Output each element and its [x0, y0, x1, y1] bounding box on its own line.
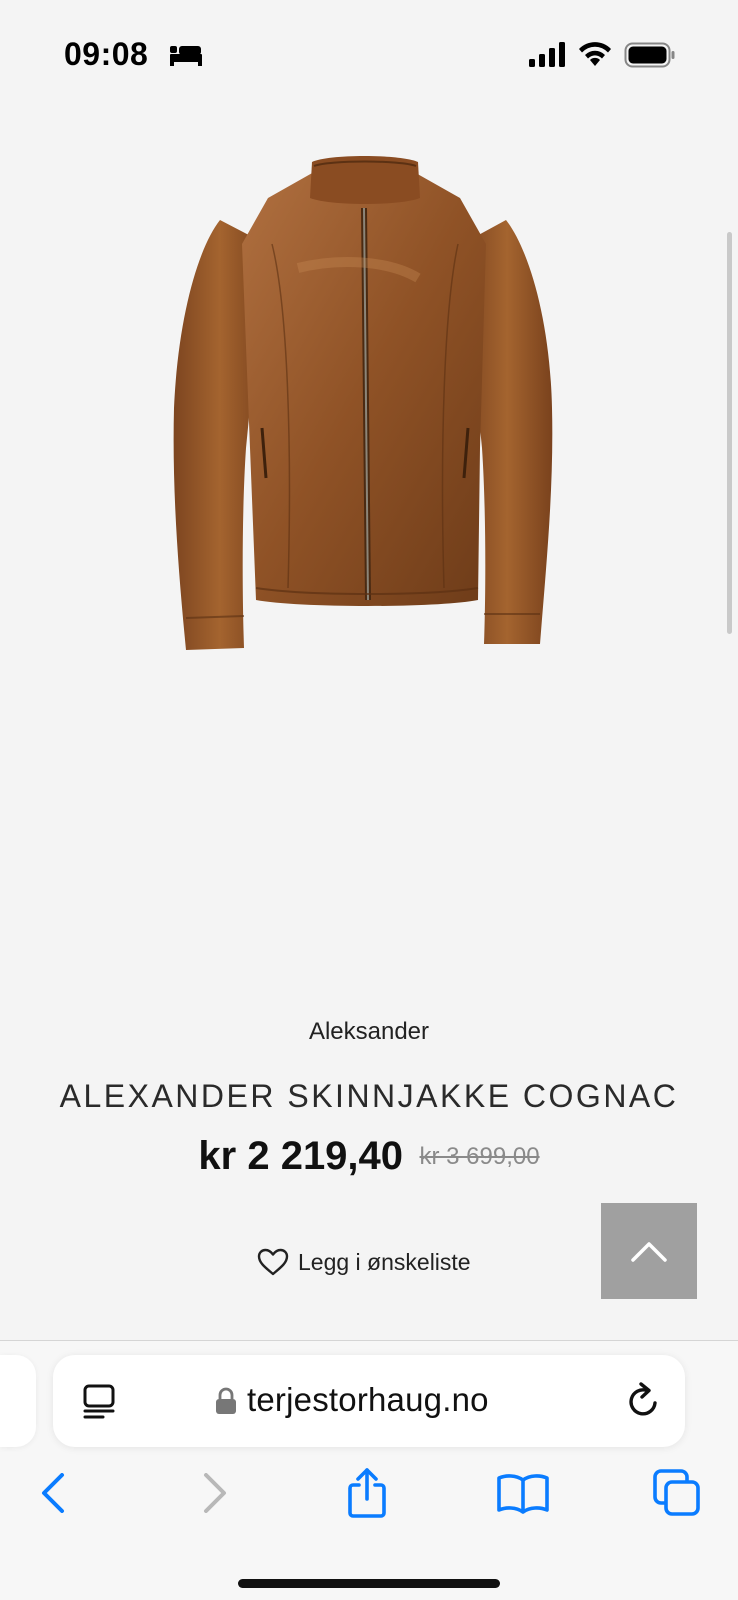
- bookmarks-button[interactable]: [493, 1463, 553, 1523]
- add-to-wishlist-button[interactable]: Legg i ønskeliste: [256, 1244, 471, 1280]
- reload-icon[interactable]: [625, 1381, 663, 1421]
- browser-chrome: terjestorhaug.no: [0, 1340, 738, 1600]
- sleep-focus-icon: [170, 46, 202, 66]
- battery-icon: [624, 42, 675, 68]
- tabs-icon: [653, 1469, 700, 1516]
- status-bar: 09:08: [0, 0, 738, 100]
- cellular-signal-icon: [529, 42, 565, 67]
- browser-toolbar: [0, 1463, 738, 1523]
- back-to-top-button[interactable]: [601, 1203, 697, 1299]
- price-row: kr 2 219,40 kr 3 699,00: [0, 1134, 738, 1179]
- status-time: 09:08: [64, 36, 149, 72]
- heart-icon: [257, 1248, 289, 1276]
- lock-icon: [216, 1387, 236, 1414]
- chevron-up-icon: [631, 1242, 667, 1262]
- bookmarks-icon: [497, 1474, 549, 1514]
- forward-icon: [204, 1473, 226, 1513]
- product-brand[interactable]: Aleksander: [0, 1018, 738, 1046]
- reader-mode-icon[interactable]: [81, 1383, 117, 1419]
- back-button[interactable]: [24, 1463, 84, 1523]
- back-icon: [42, 1473, 64, 1513]
- tabs-button[interactable]: [647, 1463, 707, 1523]
- home-indicator[interactable]: [238, 1579, 500, 1588]
- price-original: kr 3 699,00: [419, 1142, 540, 1170]
- share-button[interactable]: [337, 1463, 397, 1523]
- scroll-indicator[interactable]: [727, 232, 732, 634]
- wishlist-label: Legg i ønskeliste: [298, 1248, 471, 1275]
- previous-tab-peek[interactable]: [0, 1355, 36, 1447]
- url-text[interactable]: terjestorhaug.no: [247, 1381, 489, 1419]
- share-icon: [348, 1468, 386, 1518]
- product-image[interactable]: [168, 148, 568, 680]
- product-title: ALEXANDER SKINNJAKKE COGNAC: [59, 1078, 679, 1114]
- wifi-icon: [579, 42, 611, 66]
- address-bar[interactable]: terjestorhaug.no: [53, 1355, 685, 1447]
- price-current: kr 2 219,40: [198, 1134, 404, 1178]
- forward-button[interactable]: [184, 1463, 244, 1523]
- screen: 09:08 Aleksander ALEXANDER SKINNJAKKE CO…: [0, 0, 738, 1600]
